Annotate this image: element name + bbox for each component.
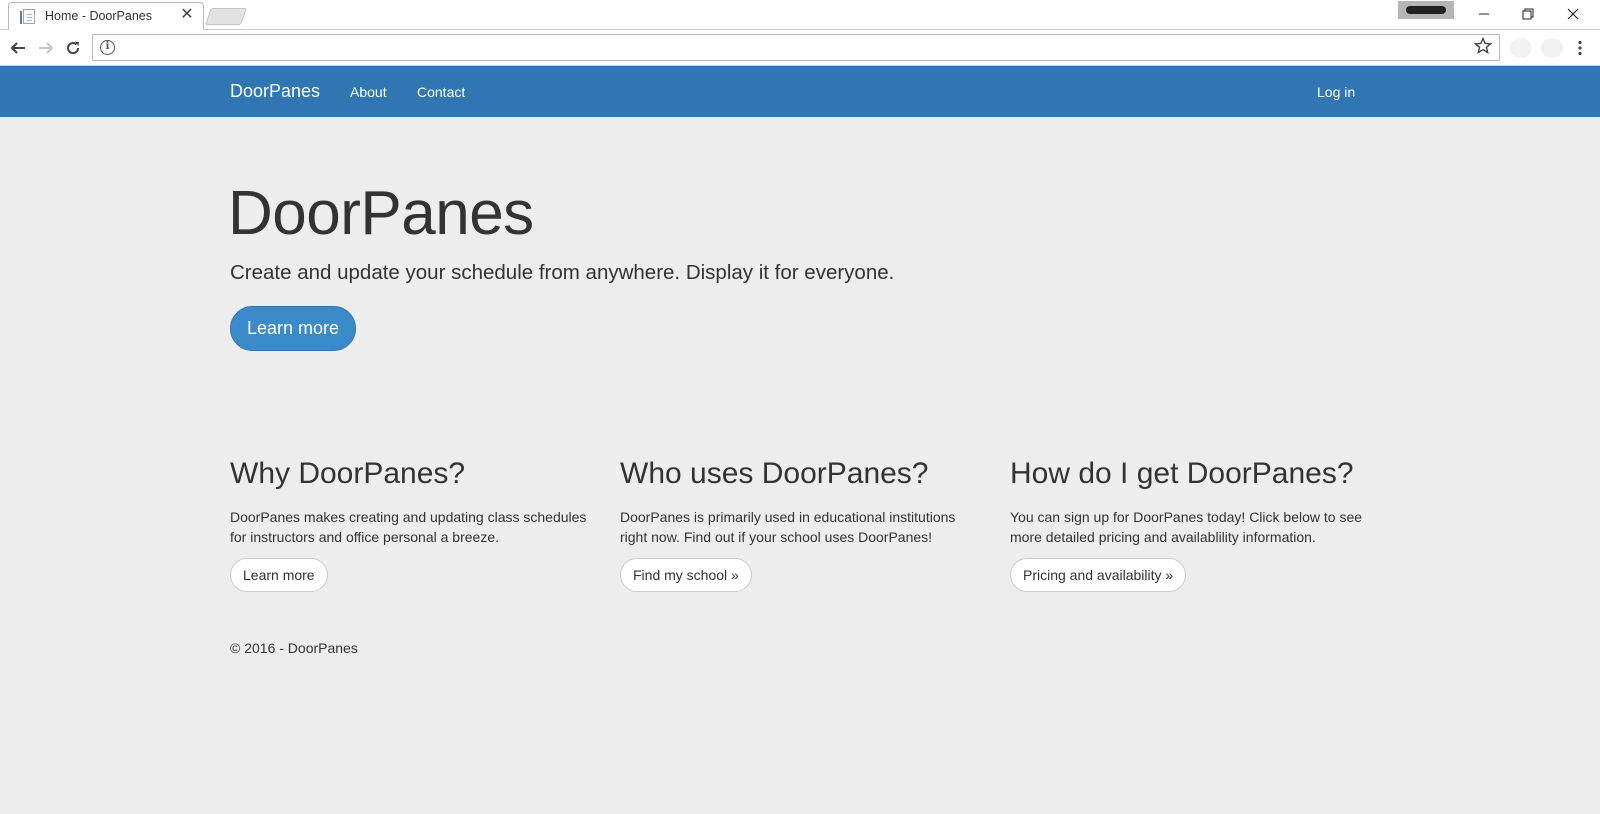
restore-icon[interactable]: [1512, 3, 1544, 25]
extension-icon[interactable]: [1510, 38, 1532, 58]
page-favicon-icon: [23, 9, 35, 24]
hero-title: DoorPanes: [228, 179, 534, 248]
column-heading: Who uses DoorPanes?: [620, 457, 929, 490]
site-info-icon[interactable]: i: [100, 40, 115, 55]
learn-more-button[interactable]: Learn more: [230, 306, 356, 351]
reload-icon[interactable]: [63, 38, 83, 58]
column-text: DoorPanes makes creating and updating cl…: [230, 509, 587, 545]
column-heading: Why DoorPanes?: [230, 457, 466, 490]
minimize-icon[interactable]: [1468, 3, 1500, 25]
tab-title: Home - DoorPanes: [45, 9, 152, 23]
feature-column-how: How do I get DoorPanes? You can sign up …: [1010, 457, 1370, 592]
hero-lead: Create and update your schedule from any…: [230, 261, 895, 284]
brand-link[interactable]: DoorPanes: [230, 81, 320, 102]
browser-toolbar: i: [0, 30, 1600, 66]
browser-menu-icon[interactable]: [1572, 38, 1588, 58]
feature-column-why: Why DoorPanes? DoorPanes makes creating …: [230, 457, 590, 592]
footer-copyright: © 2016 - DoorPanes: [230, 640, 358, 656]
forward-arrow-icon[interactable]: [36, 38, 56, 58]
bookmark-star-icon[interactable]: [1473, 36, 1493, 57]
nav-link-about[interactable]: About: [350, 84, 387, 100]
site-navbar: DoorPanes About Contact Log in: [0, 66, 1600, 117]
profile-chip[interactable]: [1398, 1, 1454, 19]
back-arrow-icon[interactable]: [8, 38, 28, 58]
login-link[interactable]: Log in: [1317, 84, 1355, 100]
browser-tab-strip: Home - DoorPanes ✕: [0, 0, 1600, 30]
why-learn-more-button[interactable]: Learn more: [230, 558, 328, 592]
nav-link-contact[interactable]: Contact: [417, 84, 465, 100]
tab-close-icon[interactable]: ✕: [179, 6, 195, 23]
find-my-school-button[interactable]: Find my school »: [620, 558, 752, 592]
new-tab-button[interactable]: [204, 8, 248, 25]
column-text: DoorPanes is primarily used in education…: [620, 509, 956, 545]
column-heading: How do I get DoorPanes?: [1010, 457, 1354, 490]
pricing-availability-button[interactable]: Pricing and availability »: [1010, 558, 1187, 592]
extension-icon[interactable]: [1541, 38, 1563, 58]
feature-column-who: Who uses DoorPanes? DoorPanes is primari…: [620, 457, 980, 592]
address-bar[interactable]: i: [92, 34, 1500, 61]
url-input[interactable]: [123, 38, 1453, 58]
window-close-icon[interactable]: [1557, 3, 1589, 25]
browser-tab[interactable]: Home - DoorPanes ✕: [8, 2, 204, 30]
column-text: You can sign up for DoorPanes today! Cli…: [1010, 509, 1363, 545]
